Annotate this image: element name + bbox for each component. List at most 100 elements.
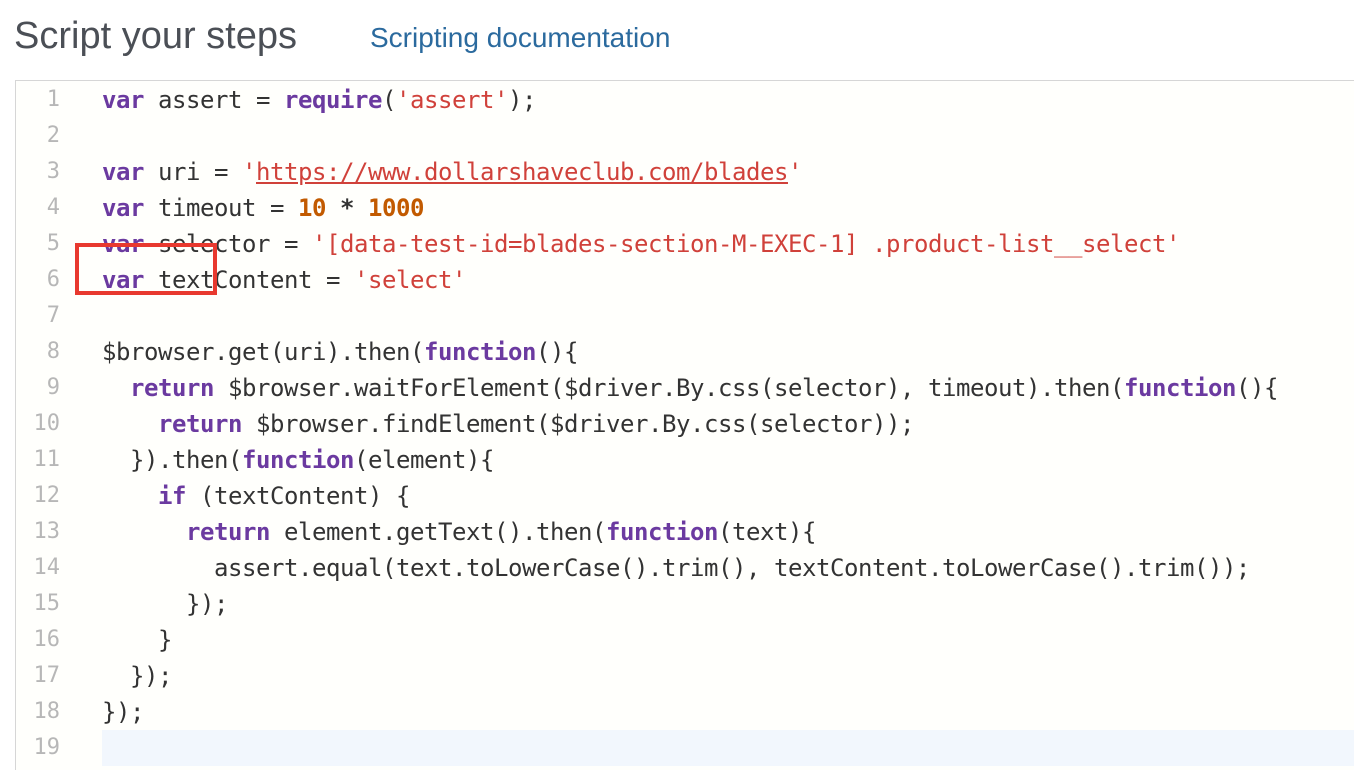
code-token: 10 <box>298 194 326 222</box>
code-text: }); <box>102 694 144 730</box>
scripting-documentation-link[interactable]: Scripting documentation <box>370 20 670 56</box>
code-line[interactable]: 19 <box>16 730 1354 766</box>
line-number: 9 <box>46 375 60 400</box>
header: Script your steps Scripting documentatio… <box>0 0 1354 80</box>
line-number: 4 <box>46 195 60 220</box>
code-line[interactable]: 5 var selector = '[data-test-id=blades-se… <box>16 226 1354 262</box>
code-line[interactable]: 8 $browser.get(uri).then(function(){ <box>16 334 1354 370</box>
code-link[interactable]: https://www.dollarshaveclub.com/blades <box>256 158 788 186</box>
line-number: 1 <box>46 87 60 112</box>
code-line[interactable]: 16 } <box>16 622 1354 658</box>
code-line[interactable]: 15 }); <box>16 586 1354 622</box>
code-token: selector = <box>144 230 312 258</box>
code-token: 'select' <box>354 266 466 294</box>
code-token: timeout = <box>144 194 298 222</box>
code-token: }); <box>102 590 228 618</box>
code-token: ( <box>382 86 396 114</box>
code-text: return element.getText().then(function(t… <box>102 514 816 550</box>
code-text: return $browser.findElement($driver.By.c… <box>102 406 914 442</box>
code-token: ); <box>508 86 536 114</box>
line-number: 3 <box>46 159 60 184</box>
code-token: }).then( <box>102 446 242 474</box>
code-token: 'assert' <box>396 86 508 114</box>
line-number: 17 <box>33 663 61 688</box>
code-line[interactable]: 4 var timeout = 10 * 1000 <box>16 190 1354 226</box>
code-line[interactable]: 13 return element.getText().then(functio… <box>16 514 1354 550</box>
code-line[interactable]: 1 var assert = require('assert'); <box>16 82 1354 118</box>
code-token: $browser.findElement($driver.By.css(sele… <box>242 410 914 438</box>
line-number: 2 <box>46 123 60 148</box>
code-text: var textContent = 'select' <box>102 262 466 298</box>
line-number: 11 <box>33 447 61 472</box>
code-token: return <box>130 374 214 402</box>
code-text: }); <box>102 658 172 694</box>
code-token: $browser.waitForElement($driver.By.css(s… <box>214 374 1124 402</box>
code-text: var timeout = 10 * 1000 <box>102 190 424 226</box>
code-token: * <box>340 194 354 222</box>
code-text: $browser.get(uri).then(function(){ <box>102 334 578 370</box>
code-line[interactable]: 6 var textContent = 'select' <box>16 262 1354 298</box>
code-token: uri = <box>144 158 242 186</box>
code-line[interactable]: 18}); <box>16 694 1354 730</box>
code-token: assert.equal(text.toLowerCase().trim(), … <box>102 554 1250 582</box>
code-token: var <box>102 86 144 114</box>
code-token: var <box>102 266 144 294</box>
code-token: return <box>158 410 242 438</box>
line-number: 14 <box>33 555 61 580</box>
code-token: var <box>102 230 144 258</box>
code-token: 1000 <box>368 194 424 222</box>
line-number: 13 <box>33 519 61 544</box>
code-line[interactable]: 2 <box>16 118 1354 154</box>
code-line[interactable]: 3 var uri = 'https://www.dollarshaveclub.… <box>16 154 1354 190</box>
code-token: if <box>158 482 186 510</box>
code-token: (element){ <box>354 446 494 474</box>
code-token: require <box>284 86 382 114</box>
code-token: ' <box>787 158 802 186</box>
page-title: Script your steps <box>14 15 297 57</box>
code-token: (textContent) { <box>186 482 410 510</box>
code-token: function <box>605 518 718 546</box>
code-token: return <box>186 518 270 546</box>
code-line[interactable]: 14 assert.equal(text.toLowerCase().trim(… <box>16 550 1354 586</box>
code-token: function <box>1123 374 1236 402</box>
line-number: 16 <box>33 627 61 652</box>
code-token: '[data-test-id=blades-section-M-EXEC-1] … <box>312 230 1180 258</box>
line-number: 6 <box>46 267 60 292</box>
line-number: 10 <box>33 411 61 436</box>
code-text: if (textContent) { <box>102 478 410 514</box>
line-number: 18 <box>33 699 61 724</box>
code-text: return $browser.waitForElement($driver.B… <box>102 370 1278 406</box>
code-line[interactable]: 12 if (textContent) { <box>16 478 1354 514</box>
code-text: }).then(function(element){ <box>102 442 494 478</box>
code-token: (text){ <box>717 518 816 546</box>
code-token: $browser.get(uri).then( <box>102 338 424 366</box>
code-line[interactable]: 17 }); <box>16 658 1354 694</box>
code-editor[interactable]: 1 var assert = require('assert'); 2 3 var ur… <box>15 80 1354 770</box>
code-text: var selector = '[data-test-id=blades-sec… <box>102 226 1180 262</box>
code-line[interactable]: 10 return $browser.findElement($driver.B… <box>16 406 1354 442</box>
code-token: function <box>242 446 354 474</box>
code-text: var assert = require('assert'); <box>102 82 536 118</box>
code-token: }); <box>102 698 144 726</box>
line-number: 12 <box>33 483 61 508</box>
line-number: 5 <box>46 231 60 256</box>
code-text: } <box>102 622 172 658</box>
line-number: 7 <box>46 303 60 328</box>
code-line[interactable]: 7 <box>16 298 1354 334</box>
code-token: var <box>102 194 144 222</box>
code-line[interactable]: 9 return $browser.waitForElement($driver… <box>16 370 1354 406</box>
code-text: }); <box>102 586 228 622</box>
code-token: (){ <box>1235 374 1278 402</box>
code-token: function <box>423 338 536 366</box>
code-token: textContent = <box>144 266 354 294</box>
code-line[interactable]: 11 }).then(function(element){ <box>16 442 1354 478</box>
line-number: 8 <box>46 339 60 364</box>
code-token: element.getText().then( <box>270 518 606 546</box>
code-token: ' <box>242 158 256 186</box>
